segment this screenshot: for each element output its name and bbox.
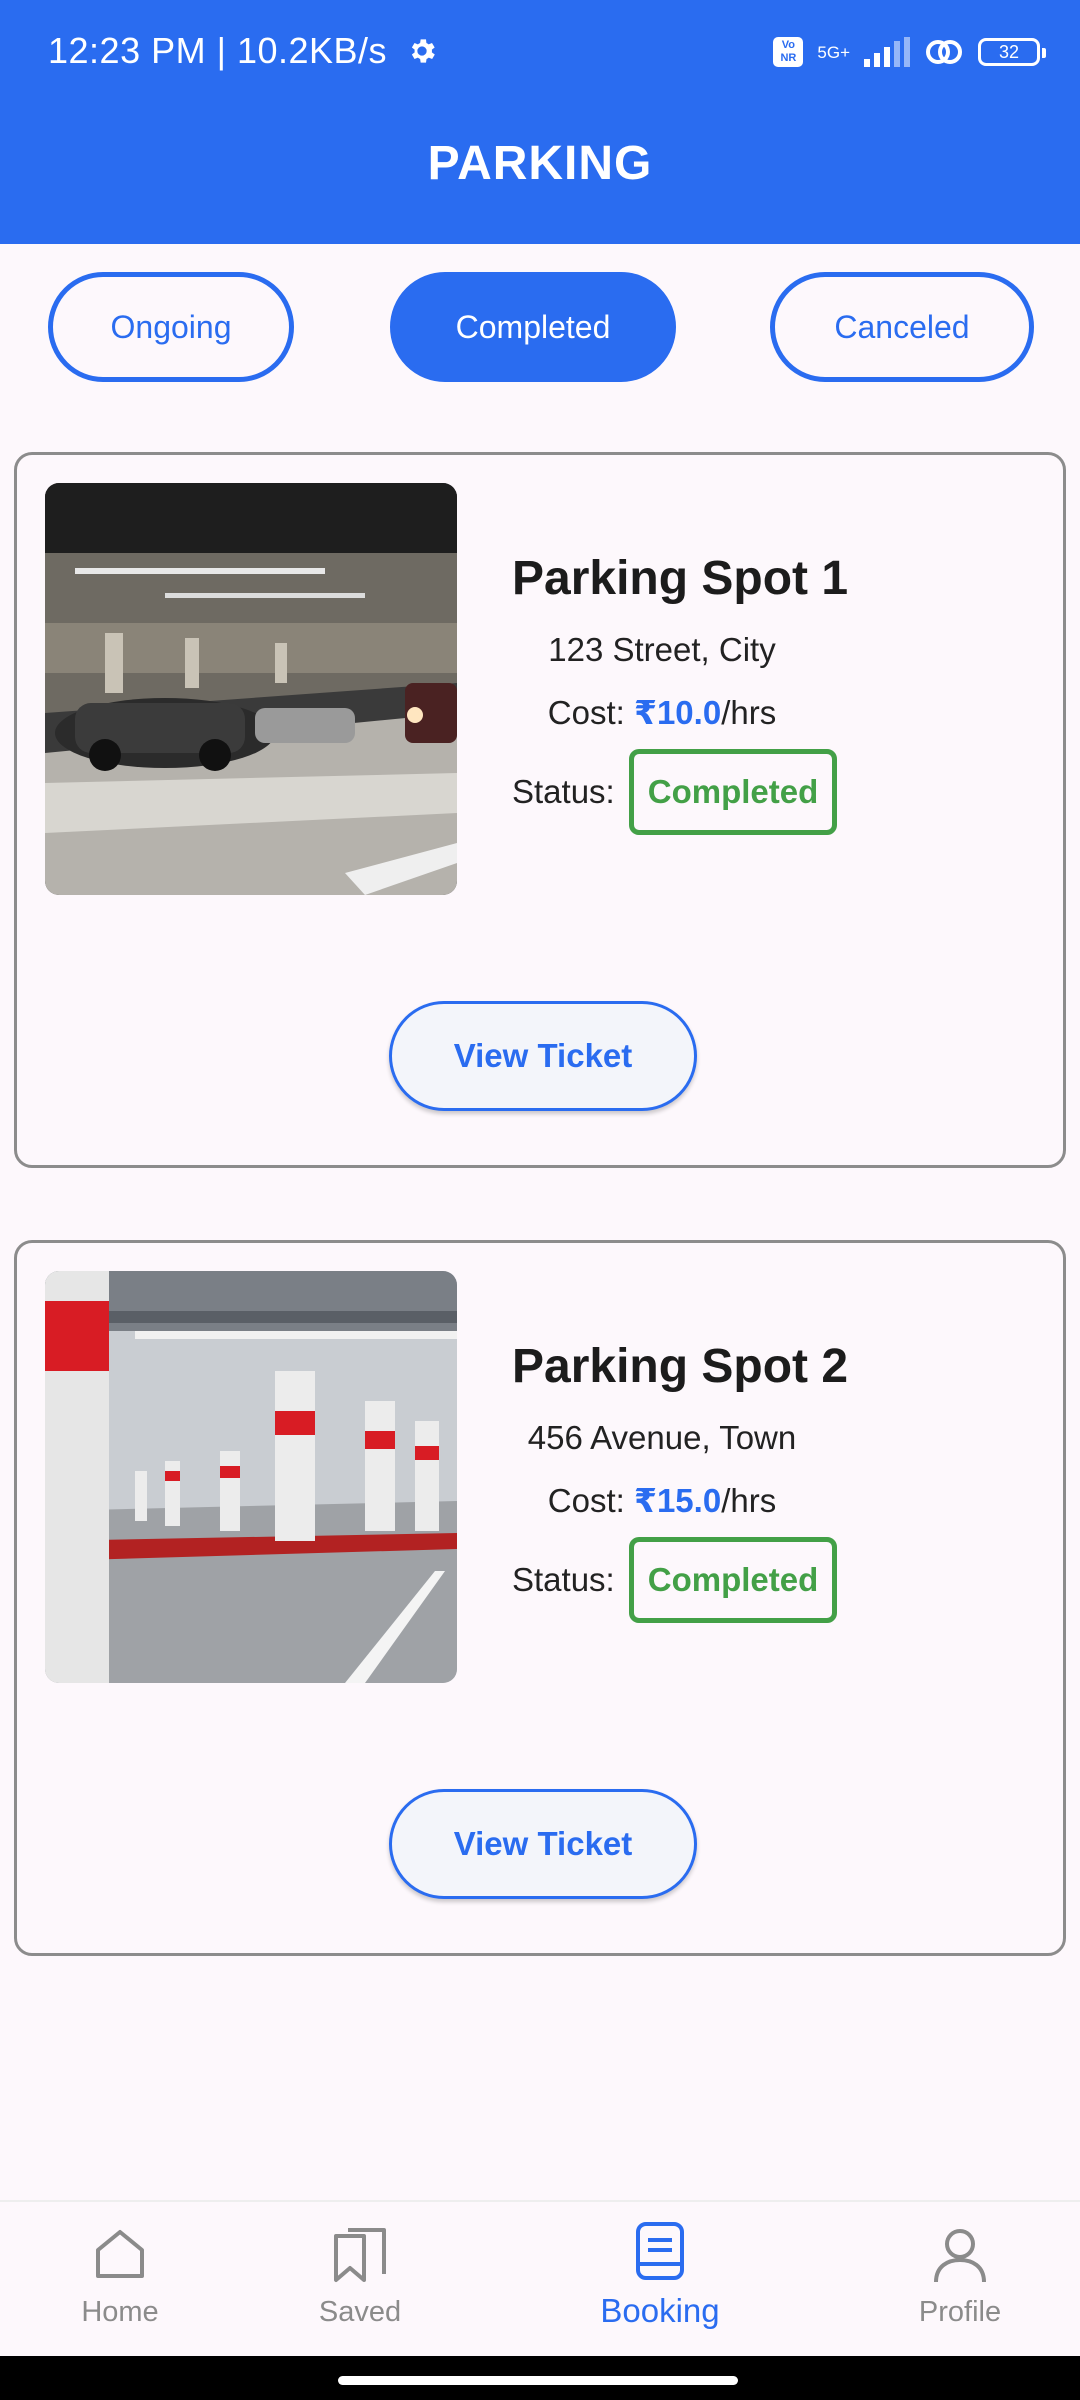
spot-name: Parking Spot 2 (512, 1340, 849, 1393)
booking-card: Parking Spot 1 123 Street, City Cost: ₹1… (14, 452, 1066, 1168)
network-type: 5G+ (817, 42, 850, 62)
cost-label: Cost: (547, 1482, 634, 1519)
gesture-bar (0, 2356, 1080, 2400)
home-indicator[interactable] (338, 2376, 738, 2385)
nav-label: Saved (318, 2296, 402, 2328)
view-ticket-button[interactable]: View Ticket (389, 1001, 697, 1111)
signal-icon (864, 37, 910, 67)
parking-photo (45, 483, 457, 895)
booking-icon (636, 2222, 684, 2280)
nav-label: Profile (918, 2296, 1002, 2328)
app-bar: 12:23 PM | 10.2KB/s Vo NR 5G+ 32 PARKING (0, 0, 1080, 244)
view-ticket-button[interactable]: View Ticket (389, 1789, 697, 1899)
cost-unit: /hrs (721, 694, 777, 731)
status-icons: Vo NR 5G+ 32 (773, 30, 1046, 74)
tab-completed[interactable]: Completed (390, 272, 676, 382)
spot-address: 123 Street, City (548, 631, 776, 668)
status-badge: Completed (629, 749, 837, 835)
status-bar-time: 12:23 PM | 10.2KB/s (48, 30, 438, 72)
cost-amount: ₹10.0 (633, 694, 722, 731)
status-badge: Completed (629, 1537, 837, 1623)
spot-address: 456 Avenue, Town (527, 1419, 797, 1456)
nav-item-home[interactable]: Home (40, 2222, 200, 2329)
spot-cost: Cost: ₹10.0/hrs (512, 693, 812, 732)
link-icon (926, 40, 962, 64)
saved-icon (334, 2228, 386, 2282)
status-time-text: 12:23 PM | 10.2KB/s (48, 30, 388, 71)
tab-canceled[interactable]: Canceled (770, 272, 1034, 382)
status-label: Status: (512, 773, 615, 810)
bottom-navigation: Home Saved Booking Profile (0, 2200, 1080, 2358)
booking-card: Parking Spot 2 456 Avenue, Town Cost: ₹1… (14, 1240, 1066, 1956)
nav-label: Booking (600, 2292, 720, 2329)
nav-item-saved[interactable]: Saved (280, 2222, 440, 2329)
nav-item-profile[interactable]: Profile (880, 2222, 1040, 2329)
spot-name: Parking Spot 1 (512, 552, 849, 605)
nav-label: Home (81, 2296, 159, 2328)
battery-icon: 32 (978, 38, 1046, 66)
cost-unit: /hrs (721, 1482, 777, 1519)
profile-icon (934, 2229, 986, 2283)
page-title: PARKING (427, 137, 653, 190)
home-icon (96, 2230, 144, 2278)
nav-item-booking[interactable]: Booking (580, 2218, 740, 2330)
tab-ongoing[interactable]: Ongoing (48, 272, 294, 382)
gear-icon (411, 39, 435, 63)
status-label: Status: (512, 1561, 615, 1598)
battery-level: 32 (998, 42, 1020, 62)
volte-icon: Vo NR (773, 37, 804, 67)
parking-photo (45, 1271, 457, 1683)
cost-label: Cost: (547, 694, 634, 731)
cost-amount: ₹15.0 (633, 1482, 722, 1519)
spot-cost: Cost: ₹15.0/hrs (512, 1481, 812, 1520)
